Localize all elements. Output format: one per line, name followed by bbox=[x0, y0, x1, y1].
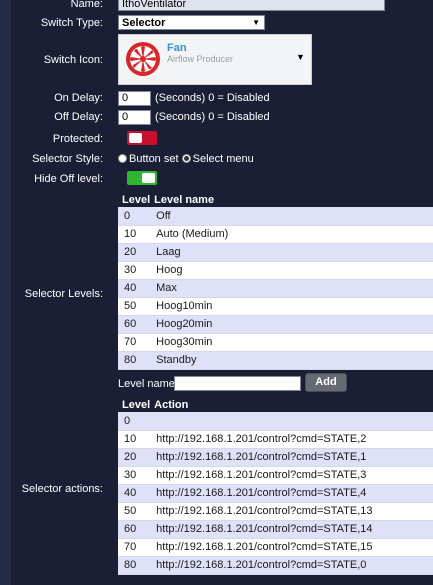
level-cell: 70 bbox=[118, 333, 151, 352]
off-delay-label: Off Delay: bbox=[54, 111, 103, 123]
col-name-header: Level name bbox=[154, 193, 215, 206]
action-cell bbox=[150, 412, 433, 431]
level-cell: 50 bbox=[118, 502, 151, 521]
name-label: Name: bbox=[70, 0, 103, 10]
level-cell: 30 bbox=[118, 261, 151, 280]
switch-icon-label: Switch Icon: bbox=[43, 54, 103, 66]
hide-off-toggle[interactable] bbox=[127, 171, 157, 185]
selector-actions-label: Selector actions: bbox=[21, 483, 103, 495]
name-input[interactable]: IthoVentilator bbox=[118, 0, 385, 11]
level-name-cell: Standby bbox=[150, 351, 433, 370]
table-row[interactable]: 70 http://192.168.1.201/control?cmd=STATE… bbox=[118, 538, 433, 557]
level-cell: 80 bbox=[118, 556, 151, 575]
level-cell: 0 bbox=[118, 207, 151, 226]
protected-toggle[interactable] bbox=[127, 131, 157, 145]
toggle-knob bbox=[129, 133, 142, 143]
table-row[interactable]: 40 http://192.168.1.201/control?cmd=STATE… bbox=[118, 484, 433, 503]
level-cell: 50 bbox=[118, 297, 151, 316]
switch-type-select[interactable]: Selector ▼ bbox=[118, 15, 265, 30]
table-row[interactable]: 50 http://192.168.1.201/control?cmd=STATE… bbox=[118, 502, 433, 521]
dropdown-arrow-icon: ▼ bbox=[252, 18, 260, 27]
level-name-cell: Hoog30min bbox=[150, 333, 433, 352]
table-row[interactable]: 10 http://192.168.1.201/control?cmd=STATE… bbox=[118, 430, 433, 449]
level-name-cell: Off bbox=[150, 207, 433, 226]
level-name-cell: Hoog10min bbox=[150, 297, 433, 316]
table-row[interactable]: 20 http://192.168.1.201/control?cmd=STATE… bbox=[118, 448, 433, 467]
table-row[interactable]: 10 Auto (Medium) bbox=[118, 225, 433, 244]
level-cell: 40 bbox=[118, 279, 151, 298]
radio-button-set[interactable] bbox=[118, 154, 127, 163]
selector-levels-table: Level Level name 0 Off 10 Auto (Medium) 20… bbox=[118, 193, 433, 370]
table-row[interactable]: 40 Max bbox=[118, 279, 433, 298]
level-cell: 20 bbox=[118, 448, 151, 467]
level-name-cell: Laag bbox=[150, 243, 433, 262]
selector-levels-label: Selector Levels: bbox=[24, 288, 103, 300]
fan-icon bbox=[126, 42, 160, 76]
level-cell: 40 bbox=[118, 484, 151, 503]
table-row[interactable]: 0 bbox=[118, 412, 433, 431]
action-cell: http://192.168.1.201/control?cmd=STATE,1… bbox=[150, 502, 433, 521]
toggle-knob bbox=[142, 173, 155, 183]
selector-style-options: Button set Select menu bbox=[118, 153, 254, 165]
action-cell: http://192.168.1.201/control?cmd=STATE,0 bbox=[150, 556, 433, 575]
level-cell: 10 bbox=[118, 225, 151, 244]
level-cell: 70 bbox=[118, 538, 151, 557]
table-row[interactable]: 30 Hoog bbox=[118, 261, 433, 280]
switch-type-label: Switch Type: bbox=[40, 17, 103, 29]
table-row[interactable]: 60 http://192.168.1.201/control?cmd=STATE… bbox=[118, 520, 433, 539]
selector-actions-table: Level Action 0 10 http://192.168.1.201/co… bbox=[118, 398, 433, 575]
radio-button-set-label: Button set bbox=[129, 153, 179, 165]
icon-title: Fan bbox=[167, 42, 187, 54]
action-cell: http://192.168.1.201/control?cmd=STATE,1… bbox=[150, 520, 433, 539]
table-row[interactable]: 60 Hoog20min bbox=[118, 315, 433, 334]
dropdown-arrow-icon: ▼ bbox=[296, 52, 305, 62]
off-delay-input[interactable]: 0 bbox=[118, 110, 151, 125]
level-name-cell: Hoog bbox=[150, 261, 433, 280]
off-delay-hint: (Seconds) 0 = Disabled bbox=[155, 111, 270, 123]
col-level-header: Level bbox=[122, 398, 151, 411]
action-cell: http://192.168.1.201/control?cmd=STATE,3 bbox=[150, 466, 433, 485]
level-name-cell: Max bbox=[150, 279, 433, 298]
level-cell: 80 bbox=[118, 351, 151, 370]
protected-label: Protected: bbox=[52, 133, 103, 145]
on-delay-hint: (Seconds) 0 = Disabled bbox=[155, 92, 270, 104]
table-row[interactable]: 80 Standby bbox=[118, 351, 433, 370]
level-cell: 20 bbox=[118, 243, 151, 262]
col-level-header: Level bbox=[122, 193, 151, 206]
table-row[interactable]: 80 http://192.168.1.201/control?cmd=STATE… bbox=[118, 556, 433, 575]
level-cell: 30 bbox=[118, 466, 151, 485]
level-cell: 60 bbox=[118, 520, 151, 539]
table-row[interactable]: 0 Off bbox=[118, 207, 433, 226]
level-name-label: Level name: bbox=[118, 378, 178, 390]
action-cell: http://192.168.1.201/control?cmd=STATE,2 bbox=[150, 430, 433, 449]
icon-subtitle: Airflow Producer bbox=[167, 54, 234, 64]
action-cell: http://192.168.1.201/control?cmd=STATE,4 bbox=[150, 484, 433, 503]
selector-style-label: Selector Style: bbox=[32, 153, 103, 165]
switch-type-value: Selector bbox=[122, 17, 166, 29]
level-name-cell: Auto (Medium) bbox=[150, 225, 433, 244]
level-name-input[interactable] bbox=[174, 376, 301, 391]
on-delay-input[interactable]: 0 bbox=[118, 91, 151, 106]
level-cell: 10 bbox=[118, 430, 151, 449]
switch-icon-select[interactable]: Fan Airflow Producer ▼ bbox=[118, 34, 312, 85]
table-row[interactable]: 20 Laag bbox=[118, 243, 433, 262]
col-action-header: Action bbox=[154, 398, 189, 411]
level-cell: 0 bbox=[118, 412, 151, 431]
table-row[interactable]: 70 Hoog30min bbox=[118, 333, 433, 352]
left-panel-edge bbox=[0, 0, 11, 585]
radio-select-menu[interactable] bbox=[181, 154, 191, 163]
add-level-button[interactable]: Add bbox=[305, 373, 347, 392]
table-row[interactable]: 30 http://192.168.1.201/control?cmd=STATE… bbox=[118, 466, 433, 485]
on-delay-label: On Delay: bbox=[54, 92, 103, 104]
level-name-cell: Hoog20min bbox=[150, 315, 433, 334]
radio-select-menu-label: Select menu bbox=[192, 153, 254, 165]
action-cell: http://192.168.1.201/control?cmd=STATE,1 bbox=[150, 448, 433, 467]
table-row[interactable]: 50 Hoog10min bbox=[118, 297, 433, 316]
level-cell: 60 bbox=[118, 315, 151, 334]
action-cell: http://192.168.1.201/control?cmd=STATE,1… bbox=[150, 538, 433, 557]
hide-off-level-label: Hide Off level: bbox=[34, 173, 103, 185]
